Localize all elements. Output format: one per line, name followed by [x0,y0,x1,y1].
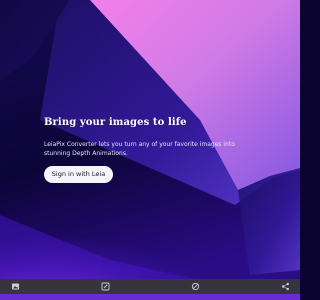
edit-icon[interactable] [101,282,110,291]
hero-description: LeiaPix Converter lets you turn any of y… [44,141,235,157]
hero-section: Bring your images to life LeiaPix Conver… [44,116,294,158]
sign-in-with-leia-button[interactable]: Sign in with Leia [44,166,113,183]
app-screen: Bring your images to life LeiaPix Conver… [0,0,300,300]
hero-headline: Bring your images to life [44,117,187,128]
share-icon[interactable] [281,282,290,291]
bottom-accent-strip [0,294,300,300]
no-sign-icon[interactable] [191,282,200,291]
gallery-icon[interactable] [11,282,20,291]
bottom-toolbar [0,279,300,294]
